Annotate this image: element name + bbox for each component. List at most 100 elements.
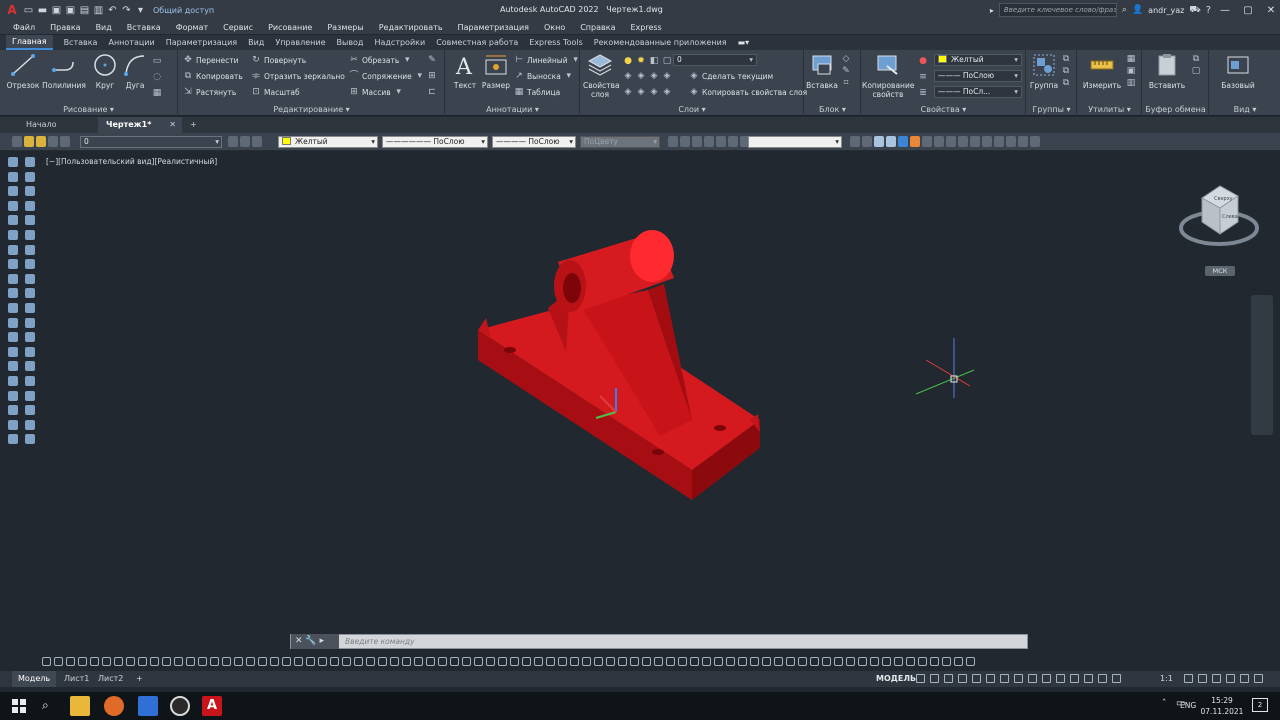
left-tool-icon[interactable] [25,332,35,343]
bottom-tool-icon[interactable] [42,656,51,666]
ribbon-toggle-icon[interactable]: ▬▾ [738,38,750,47]
units-icon[interactable] [1212,674,1221,683]
search-icon[interactable]: ⌕ [1122,5,1127,15]
panel-properties-title[interactable]: Свойства ▾ [862,105,1025,114]
left-tool-icon[interactable] [25,288,35,299]
menu-tools[interactable]: Сервис [223,23,253,32]
bottom-tool-icon[interactable] [510,656,519,666]
bottom-tool-icon[interactable] [774,656,783,666]
bottom-tool-icon[interactable] [330,656,339,666]
bottom-tool-icon[interactable] [234,656,243,666]
close-tab-icon[interactable]: ✕ [169,117,176,133]
left-tool-icon[interactable] [25,200,35,211]
bottom-tool-icon[interactable] [870,656,879,666]
dimension-button[interactable]: Размер [479,52,513,90]
tab-manage[interactable]: Управление [275,38,325,47]
bottom-tool-icon[interactable] [714,656,723,666]
copy-button[interactable]: ⧉ Копировать [183,69,243,83]
navigation-toolbar-icons[interactable] [668,136,750,148]
bottom-tool-icon[interactable] [390,656,399,666]
tab-home[interactable]: Главная [6,35,53,50]
left-tool-icon[interactable] [8,390,18,401]
annotation-scale[interactable]: 1:1 [1154,671,1179,687]
left-tool-icon[interactable] [8,361,18,372]
bottom-tool-icon[interactable] [246,656,255,666]
text-button[interactable]: A Текст [448,52,482,90]
layout-tab-sheet2[interactable]: Лист2 [92,671,129,687]
autocad-app-menu-icon[interactable]: A [4,3,20,17]
bottom-tool-icon[interactable] [942,656,951,666]
bottom-tool-icon[interactable] [894,656,903,666]
left-tool-icon[interactable] [25,405,35,416]
polar-icon[interactable] [986,674,995,683]
bottom-tool-icon[interactable] [78,656,87,666]
layer-state-icons[interactable]: ● ✹ ◧ ▢ [623,54,672,68]
group-button[interactable]: Группа [1027,52,1061,90]
bottom-tool-icon[interactable] [174,656,183,666]
snap-icon[interactable] [930,674,939,683]
infer-icon[interactable] [944,674,953,683]
clipboard-tools-icons[interactable]: ⧉ ▢ [1191,54,1201,94]
save-icon[interactable]: ▣ [51,5,62,16]
base-view-button[interactable]: Базовый [1218,52,1258,90]
bottom-tool-icon[interactable] [882,656,891,666]
measure-button[interactable]: Измерить [1082,52,1122,90]
left-tool-icon[interactable] [8,200,18,211]
stretch-button[interactable]: ⇲ Растянуть [183,85,236,99]
bottom-tool-icon[interactable] [378,656,387,666]
bottom-tool-icon[interactable] [606,656,615,666]
minimize-icon[interactable]: — [1216,5,1234,16]
search-input[interactable]: Введите ключевое слово/фразу [998,3,1117,17]
customize-icon[interactable] [1254,674,1263,683]
bottom-tool-icon[interactable] [678,656,687,666]
bottom-tool-icon[interactable] [666,656,675,666]
bottom-tool-icon[interactable] [258,656,267,666]
tab-collaborate[interactable]: Совместная работа [436,38,518,47]
menu-draw[interactable]: Рисование [268,23,312,32]
left-tool-icon[interactable] [25,434,35,445]
explode-icon[interactable]: ⊞ [427,69,437,83]
ucs-menu[interactable]: МСК [1205,266,1235,276]
tab-drawing[interactable]: Чертеж1* ✕ [98,117,182,133]
make-current-button[interactable]: ◈ Сделать текущим [689,69,774,83]
osnap-icon[interactable] [1028,674,1037,683]
layout-tab-sheet1[interactable]: Лист1 [58,671,95,687]
left-tool-icon[interactable] [8,244,18,255]
bottom-tool-icon[interactable] [138,656,147,666]
web-mobile-icon[interactable]: ▤ [79,5,90,16]
annotation-visibility-icon[interactable] [1098,674,1107,683]
bottom-tool-icon[interactable] [702,656,711,666]
search-taskbar-icon[interactable]: ⌕ [42,698,49,713]
bottom-tool-icon[interactable] [318,656,327,666]
menu-parametric[interactable]: Параметризация [458,23,529,32]
left-tool-icon[interactable] [8,346,18,357]
bottom-tool-icon[interactable] [150,656,159,666]
bottom-tool-icon[interactable] [642,656,651,666]
viewport-controls-label[interactable]: [−][Пользовательский вид][Реалистичный] [46,157,217,166]
circle-button[interactable]: Круг [88,52,122,90]
left-tool-icon[interactable] [25,390,35,401]
new-tab-button[interactable]: + [186,117,206,133]
hardware-accel-icon[interactable] [1240,674,1249,683]
bottom-tool-icon[interactable] [270,656,279,666]
command-line[interactable]: ✕ 🔧 ▸ Введите команду [290,634,1028,649]
word-app-icon[interactable] [138,696,158,716]
bottom-tool-icon[interactable] [786,656,795,666]
selection-cycling-icon[interactable] [1070,674,1079,683]
maximize-icon[interactable]: ▢ [1239,5,1257,16]
move-button[interactable]: ✥ Перенести [183,53,238,67]
panel-block-title[interactable]: Блок ▾ [805,105,860,114]
bottom-tool-icon[interactable] [810,656,819,666]
lineweight-icon[interactable]: ≣ [918,86,928,100]
left-tool-icon[interactable] [8,303,18,313]
user-icon[interactable]: 👤 [1132,5,1143,15]
bottom-tool-icon[interactable] [438,656,447,666]
color-toolbar-dropdown[interactable]: Желтый ▾ [278,136,378,148]
left-tool-icon[interactable] [25,361,35,372]
left-tool-icon[interactable] [8,186,18,197]
menu-file[interactable]: Файл [13,23,35,32]
bottom-tool-icon[interactable] [210,656,219,666]
file-explorer-icon[interactable] [70,696,90,716]
panel-clipboard-title[interactable]: Буфер обмена [1143,105,1208,114]
model-space-toggle[interactable]: МОДЕЛЬ [876,671,916,687]
